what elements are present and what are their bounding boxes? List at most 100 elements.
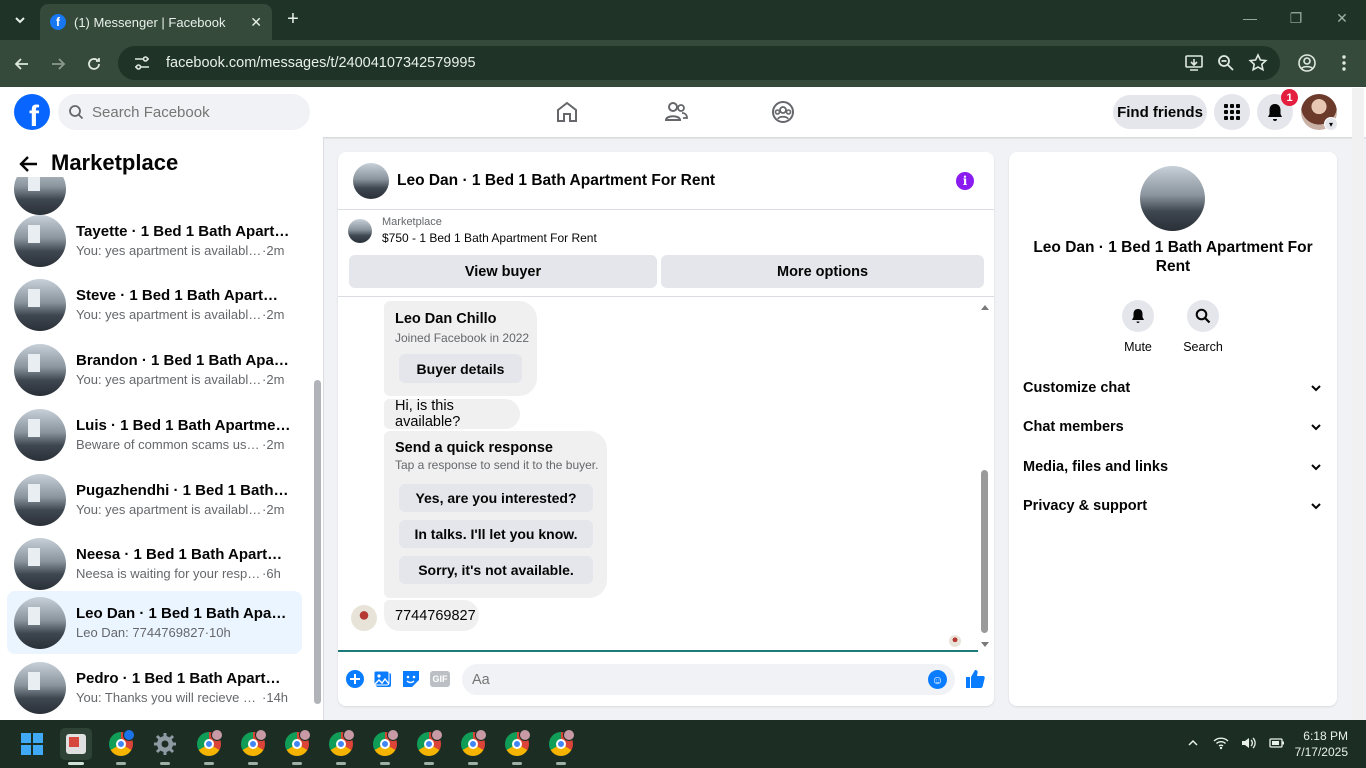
settings-gear-icon[interactable] <box>149 728 181 765</box>
reload-button[interactable] <box>82 52 106 76</box>
site-settings-icon[interactable] <box>132 53 152 73</box>
facebook-search[interactable] <box>58 94 310 130</box>
volume-icon[interactable] <box>1240 734 1258 752</box>
quick-reply-button[interactable]: Yes, are you interested? <box>399 484 593 512</box>
chat-members-section[interactable]: Chat members <box>1023 415 1323 439</box>
conversation-snippet: You: yes apartment is available sha... <box>76 307 262 322</box>
chrome-taskbar-icon[interactable] <box>413 728 445 765</box>
conversation-item[interactable]: Neesa · 1 Bed 1 Bath Apartment ... Neesa… <box>7 532 302 595</box>
conversation-item-active[interactable]: Leo Dan · 1 Bed 1 Bath Apartme... Leo Da… <box>7 591 302 654</box>
plus-circle-icon[interactable] <box>345 669 365 689</box>
scroll-up-icon[interactable] <box>979 303 991 311</box>
chrome-taskbar-icon[interactable] <box>193 728 225 765</box>
conversation-name: Tayette · 1 Bed 1 Bath Apartmen... <box>76 223 291 240</box>
arrow-left-icon[interactable] <box>18 153 40 175</box>
photo-icon[interactable] <box>373 669 393 689</box>
browser-tab-messenger[interactable]: f (1) Messenger | Facebook ✕ <box>40 4 272 40</box>
conversation-time: 2m <box>266 437 285 452</box>
conversation-avatar <box>14 473 66 526</box>
chrome-taskbar-icon[interactable] <box>281 728 313 765</box>
chevron-down-icon <box>1311 385 1321 392</box>
back-button[interactable] <box>10 52 34 76</box>
bookmark-star-icon[interactable] <box>1248 53 1268 73</box>
scrollbar-thumb[interactable] <box>314 380 321 704</box>
new-tab-button[interactable]: + <box>282 8 304 30</box>
system-clock[interactable]: 6:18 PM 7/17/2025 <box>1292 728 1348 760</box>
chevron-down-icon <box>1311 464 1321 471</box>
search-conversation-button[interactable]: Search <box>1173 300 1233 354</box>
wifi-icon[interactable] <box>1212 734 1230 752</box>
conversation-name: Pedro · 1 Bed 1 Bath Apartment ... <box>76 670 291 687</box>
conversation-item[interactable]: Luis · 1 Bed 1 Bath Apartment Fo... Bewa… <box>7 403 302 466</box>
media-files-links-section[interactable]: Media, files and links <box>1023 455 1323 479</box>
chevron-up-icon[interactable] <box>1184 734 1202 752</box>
conversation-item[interactable]: Tayette · 1 Bed 1 Bath Apartmen... You: … <box>7 209 302 272</box>
listing-title: $750 - 1 Bed 1 Bath Apartment For Rent <box>382 231 597 245</box>
friends-icon[interactable] <box>663 99 689 125</box>
tab-search-button[interactable] <box>8 8 32 32</box>
groups-icon[interactable] <box>770 99 796 125</box>
quick-response-subtitle: Tap a response to send it to the buyer. <box>395 458 599 472</box>
maximize-button[interactable]: ❐ <box>1286 10 1306 30</box>
running-indicator <box>512 762 522 765</box>
chrome-taskbar-icon[interactable] <box>369 728 401 765</box>
section-label: Customize chat <box>1023 380 1131 396</box>
buyer-details-button[interactable]: Buyer details <box>399 354 522 383</box>
chrome-taskbar-icon[interactable] <box>325 728 357 765</box>
marketplace-listing-row[interactable]: Marketplace $750 - 1 Bed 1 Bath Apartmen… <box>348 216 597 245</box>
seen-indicator-avatar <box>949 635 961 647</box>
sticker-icon[interactable] <box>401 669 421 689</box>
facebook-logo-icon[interactable]: f <box>14 94 50 130</box>
emoji-icon[interactable]: ☺ <box>928 670 947 689</box>
gif-icon[interactable]: GIF <box>430 671 450 687</box>
quick-reply-button[interactable]: In talks. I'll let you know. <box>399 520 593 548</box>
chevron-down-icon[interactable]: ▾ <box>1324 117 1338 131</box>
clock-time: 6:18 PM <box>1303 729 1348 743</box>
forward-button[interactable] <box>46 52 70 76</box>
close-window-button[interactable]: ✕ <box>1332 10 1352 30</box>
close-tab-icon[interactable]: ✕ <box>250 14 262 31</box>
conversation-item[interactable]: Steve · 1 Bed 1 Bath Apartment ... You: … <box>7 273 302 336</box>
install-app-icon[interactable] <box>1184 53 1204 73</box>
minimize-button[interactable]: — <box>1240 10 1260 30</box>
chrome-taskbar-icon[interactable] <box>105 728 137 765</box>
chrome-taskbar-icon[interactable] <box>457 728 489 765</box>
conversation-item[interactable]: Brandon · 1 Bed 1 Bath Apartme... You: y… <box>7 338 302 401</box>
chat-title[interactable]: Leo Dan · 1 Bed 1 Bath Apartment For Ren… <box>397 172 715 190</box>
scroll-down-icon[interactable] <box>979 641 991 649</box>
mute-button[interactable]: Mute <box>1108 300 1168 354</box>
zoom-icon[interactable] <box>1216 53 1236 73</box>
conversation-item[interactable]: Pedro · 1 Bed 1 Bath Apartment ... You: … <box>7 656 302 719</box>
sender-avatar[interactable] <box>351 605 377 631</box>
view-buyer-button[interactable]: View buyer <box>349 255 657 288</box>
find-friends-button[interactable]: Find friends <box>1113 95 1207 129</box>
gear-icon <box>154 733 176 755</box>
kebab-menu-icon[interactable] <box>1334 53 1354 73</box>
quick-reply-button[interactable]: Sorry, it's not available. <box>399 556 593 584</box>
chat-avatar[interactable] <box>353 162 389 199</box>
chrome-taskbar-icon[interactable] <box>237 728 269 765</box>
chrome-taskbar-icon[interactable] <box>545 728 577 765</box>
thumbs-up-icon[interactable] <box>964 668 986 690</box>
privacy-support-section[interactable]: Privacy & support <box>1023 494 1323 518</box>
snipping-tool-icon[interactable] <box>60 728 92 765</box>
home-icon[interactable] <box>554 99 580 125</box>
menu-button[interactable] <box>1214 94 1250 130</box>
omnibox[interactable]: facebook.com/messages/t/2400410734257999… <box>118 46 1280 80</box>
info-icon[interactable]: i <box>956 172 974 190</box>
chevron-down-icon <box>1311 503 1321 510</box>
page-scrollbar[interactable] <box>1352 88 1364 720</box>
scrollbar-thumb[interactable] <box>981 470 988 633</box>
chrome-taskbar-icon[interactable] <box>501 728 533 765</box>
conversation-item[interactable]: Pugazhendhi · 1 Bed 1 Bath Apar... You: … <box>7 468 302 531</box>
customize-chat-section[interactable]: Customize chat <box>1023 376 1323 400</box>
search-input[interactable] <box>92 103 292 121</box>
windows-start-icon[interactable] <box>21 733 43 755</box>
profile-icon[interactable] <box>1297 53 1317 73</box>
battery-icon[interactable] <box>1268 734 1286 752</box>
message-input-field[interactable] <box>472 671 912 688</box>
running-indicator <box>424 762 434 765</box>
message-input[interactable] <box>462 664 955 695</box>
chat-details-avatar[interactable] <box>1140 166 1205 231</box>
more-options-button[interactable]: More options <box>661 255 984 288</box>
